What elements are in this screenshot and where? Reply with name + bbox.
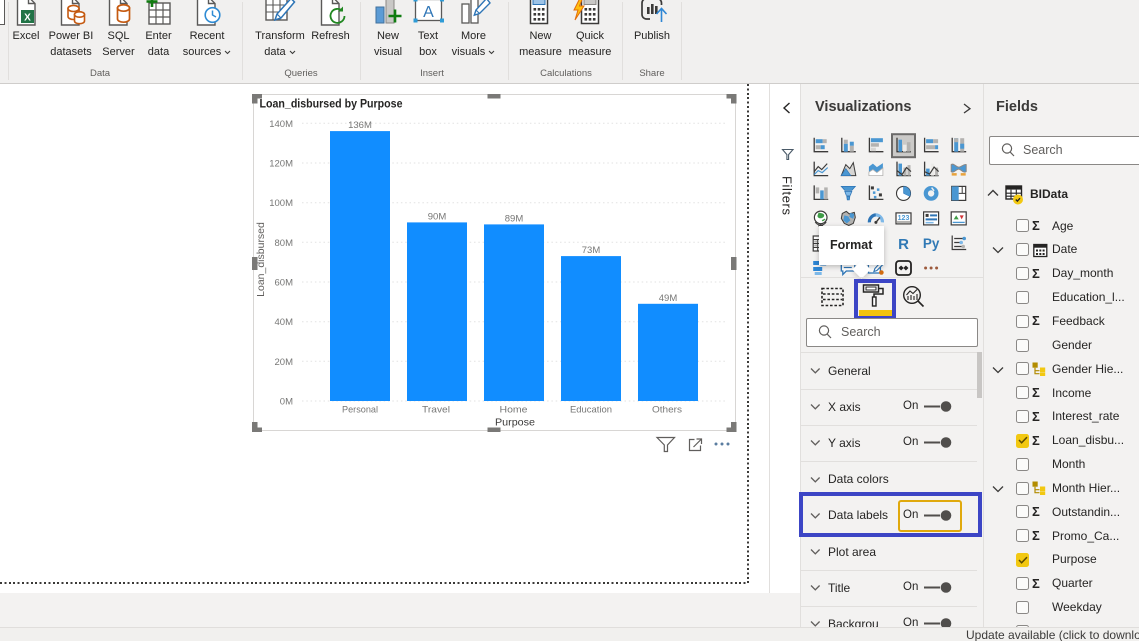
svg-text:X: X xyxy=(24,13,31,24)
svg-text:123: 123 xyxy=(898,215,910,222)
svg-text:R: R xyxy=(898,236,909,253)
svg-text:Py: Py xyxy=(923,236,940,251)
svg-text:A: A xyxy=(423,4,434,21)
